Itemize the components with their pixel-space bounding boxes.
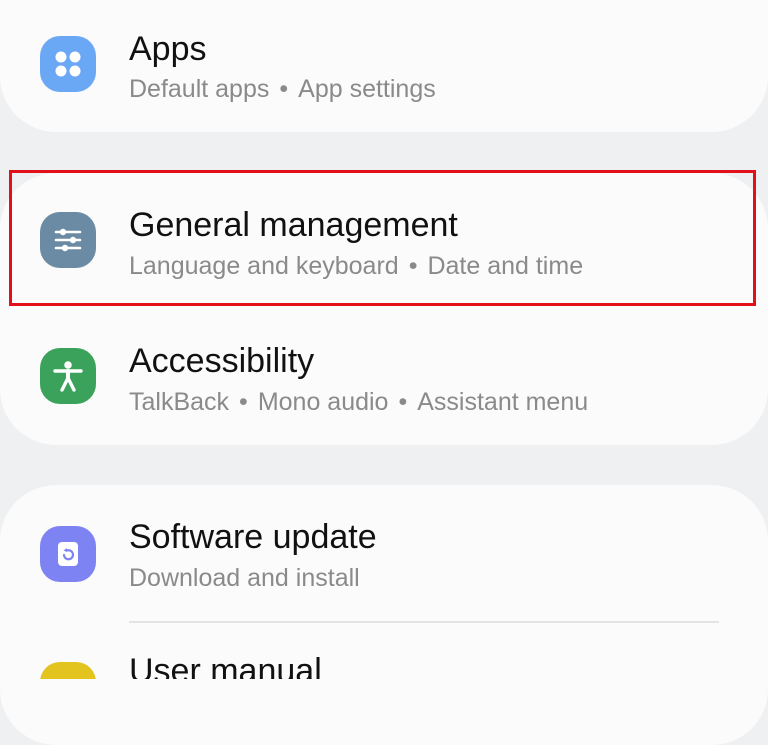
subtitle-separator: • xyxy=(398,388,408,416)
item-title: General management xyxy=(129,206,458,244)
software-update-icon xyxy=(40,526,96,582)
settings-item-general-management[interactable]: General management Language and keyboard… xyxy=(0,176,768,304)
subtitle-part: Download and install xyxy=(129,564,360,592)
subtitle-part: Default apps xyxy=(129,75,270,103)
settings-item-user-manual[interactable]: User manual xyxy=(0,630,768,679)
subtitle-part: Assistant menu xyxy=(417,388,589,416)
subtitle-separator: • xyxy=(279,75,289,103)
item-title: Accessibility xyxy=(129,342,315,380)
settings-item-accessibility[interactable]: Accessibility TalkBack • Mono audio • Assist… xyxy=(0,312,768,440)
item-title: Software update xyxy=(129,518,377,556)
settings-item-apps[interactable]: Apps Default apps • App settings xyxy=(0,0,768,120)
subtitle-separator: • xyxy=(239,388,248,416)
item-title: Apps xyxy=(129,30,207,68)
item-subtitle: Download and install xyxy=(129,564,360,593)
item-subtitle: Default apps • App settings xyxy=(129,75,436,104)
apps-grid-icon xyxy=(40,36,96,92)
subtitle-part: App settings xyxy=(298,75,436,103)
subtitle-part: Mono audio xyxy=(257,388,389,416)
item-title: User manual xyxy=(129,652,322,679)
sliders-icon xyxy=(40,212,96,268)
subtitle-part: Language and keyboard xyxy=(129,252,399,280)
settings-item-software-update[interactable]: Software update Download and install xyxy=(0,490,768,614)
list-divider xyxy=(129,621,719,623)
accessibility-person-icon xyxy=(40,348,96,404)
item-subtitle: TalkBack • Mono audio • Assistant menu xyxy=(129,388,588,417)
item-subtitle: Language and keyboard • Date and time xyxy=(129,252,583,281)
subtitle-part: Date and time xyxy=(427,252,584,280)
subtitle-part: TalkBack xyxy=(129,388,230,416)
user-manual-icon xyxy=(40,662,96,679)
subtitle-separator: • xyxy=(408,252,418,280)
